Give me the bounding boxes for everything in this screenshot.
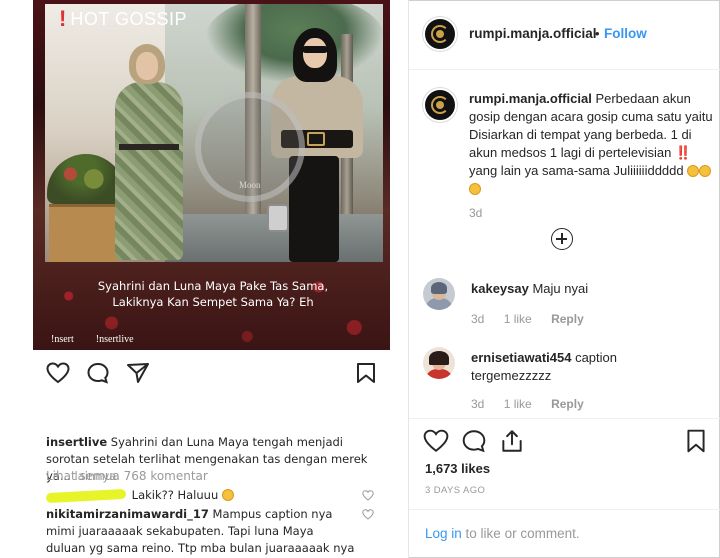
comment-timestamp[interactable]: 3d <box>471 397 484 411</box>
caption-username[interactable]: rumpi.manja.official <box>469 91 592 106</box>
embedded-comment-2-user: nikitamirzanimawardi_17 <box>46 507 209 521</box>
login-prompt: Log in to like or comment. <box>409 509 720 558</box>
avatar[interactable] <box>423 278 455 310</box>
comment-text: ernisetiawati454 caption tergemezzzzz <box>471 349 671 385</box>
post-date[interactable]: 3 DAYS AGO <box>425 485 485 496</box>
heart-icon <box>362 490 374 501</box>
caption-timestamp[interactable]: 3d <box>469 206 482 220</box>
comment-meta: 3d 1 like Reply <box>471 312 600 326</box>
follow-button[interactable]: Follow <box>604 26 647 41</box>
avatar[interactable] <box>423 347 455 379</box>
caption-text: rumpi.manja.official Perbedaan akun gosi… <box>469 90 715 198</box>
load-more-comments-icon[interactable] <box>551 228 573 250</box>
avatar[interactable] <box>423 88 457 122</box>
laughing-emoji-icon <box>687 165 700 177</box>
comment-text: kakeysay Maju nyai <box>471 280 671 298</box>
avatar[interactable] <box>423 17 457 51</box>
comment-like-count[interactable]: 1 like <box>504 397 532 411</box>
login-prompt-text: to like or comment. <box>461 526 580 541</box>
login-link[interactable]: Log in <box>425 526 462 541</box>
embedded-action-bar <box>46 362 386 384</box>
share-icon[interactable] <box>499 429 525 453</box>
embedded-view-all-comments: Lihat semua 768 komentar <box>46 469 208 483</box>
heart-icon[interactable] <box>423 429 449 453</box>
image-caption-line-1: Syahrini dan Luna Maya Pake Tas Sama, <box>97 279 329 293</box>
post-header: rumpi.manja.official • Follow <box>409 0 720 70</box>
laughing-emoji-icon <box>469 183 481 195</box>
post-action-bar <box>409 418 720 462</box>
embedded-caption-user: insertlive <box>46 435 108 449</box>
reply-button[interactable]: Reply <box>551 397 584 411</box>
hot-gossip-badge: ! HOT GOSSIP <box>59 6 187 32</box>
laughing-emoji-icon <box>221 489 234 501</box>
image-caption-line-2: Lakiknya Kan Sempet Sama Ya? Eh <box>112 295 314 309</box>
brand-logos: !nsert !nsertlive <box>51 334 134 345</box>
share-icon <box>126 362 150 384</box>
comment-timestamp[interactable]: 3d <box>471 312 484 326</box>
comment-body: Maju nyai <box>532 281 589 296</box>
post-photo: Moon ! HOT GOSSIP Syahrini dan Luna Maya… <box>33 0 390 350</box>
brand-insert: !nsert <box>51 334 74 345</box>
handbag <box>267 204 289 232</box>
post-side-panel: rumpi.manja.official • Follow rumpi.manj… <box>409 0 720 558</box>
heart-icon <box>362 509 374 520</box>
heart-icon <box>46 362 70 384</box>
comment-like-count[interactable]: 1 like <box>504 312 532 326</box>
bookmark-icon[interactable] <box>683 429 709 453</box>
image-caption: Syahrini dan Luna Maya Pake Tas Sama, La… <box>63 278 363 310</box>
person-left <box>115 82 183 260</box>
reply-button[interactable]: Reply <box>551 312 584 326</box>
embedded-comment-1-text: Lakik?? Haluuu <box>131 488 219 502</box>
bookmark-icon <box>354 362 378 384</box>
brand-insertlive: !nsertlive <box>95 334 134 345</box>
comment-username[interactable]: ernisetiawati454 <box>471 350 571 365</box>
header-username[interactable]: rumpi.manja.official <box>469 26 597 41</box>
comment-meta: 3d 1 like Reply <box>471 397 600 411</box>
like-count[interactable]: 1,673 likes <box>425 461 490 476</box>
embedded-comment-2: nikitamirzanimawardi_17 Mampus caption n… <box>46 506 356 558</box>
embedded-comment-1: Lakik?? Haluuu <box>45 487 366 504</box>
comment-icon <box>86 362 110 384</box>
comment-icon[interactable] <box>461 429 487 453</box>
highlighted-username <box>45 488 127 503</box>
exclamation-icon: ! <box>59 6 67 31</box>
watermark-text: Moon <box>239 180 261 190</box>
comment-username[interactable]: kakeysay <box>471 281 529 296</box>
header-separator: • <box>595 26 600 41</box>
laughing-emoji-icon <box>699 165 712 177</box>
badge-label: HOT GOSSIP <box>70 8 188 29</box>
photo-scene: Moon <box>45 4 383 262</box>
embedded-post-screenshot: Moon ! HOT GOSSIP Syahrini dan Luna Maya… <box>0 0 408 558</box>
